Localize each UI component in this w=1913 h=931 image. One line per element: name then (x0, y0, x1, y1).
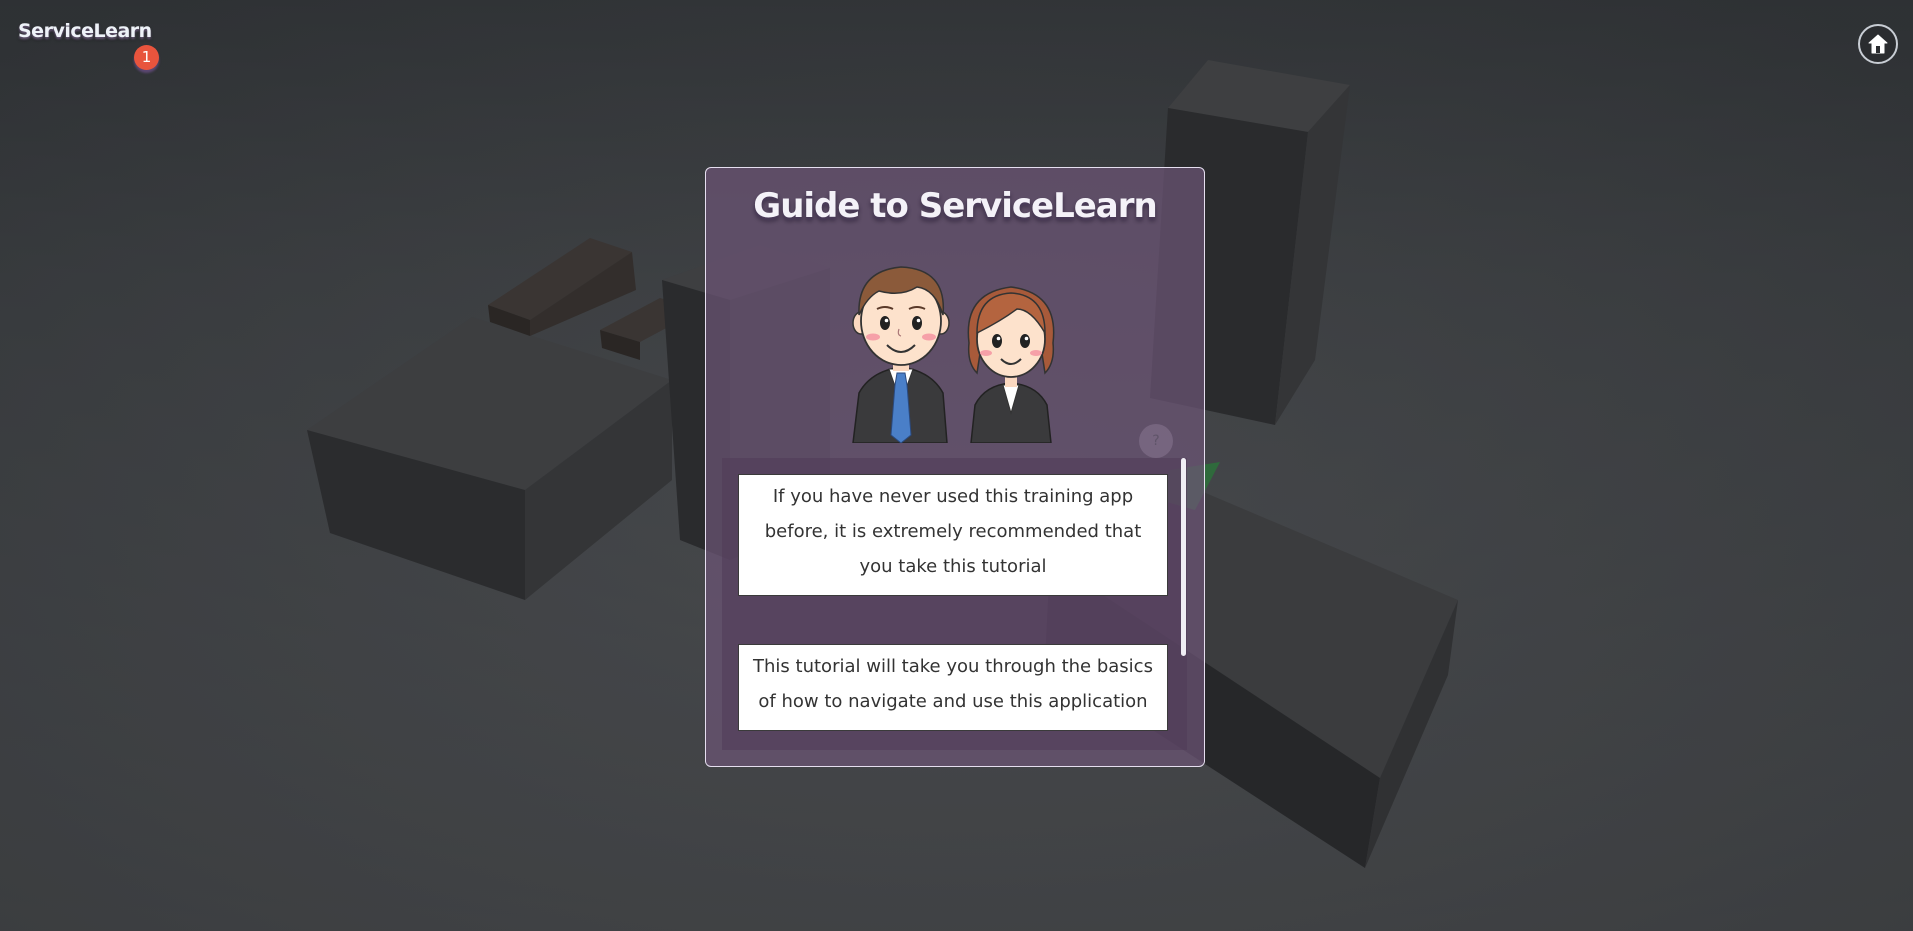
home-icon (1868, 34, 1888, 54)
man-mascot (852, 266, 950, 443)
modal-title: Guide to ServiceLearn (753, 186, 1157, 226)
home-button[interactable] (1858, 24, 1898, 64)
app-logo-text: ServiceLearn (18, 20, 152, 42)
intro-card-recommend: If you have never used this training app… (738, 474, 1168, 596)
help-icon[interactable]: ? (1139, 424, 1173, 458)
woman-mascot (967, 286, 1055, 443)
notification-badge[interactable]: 1 (134, 45, 159, 70)
tutorial-scroll-area[interactable]: If you have never used this training app… (722, 458, 1187, 750)
guide-modal: Guide to ServiceLearn ? If you have neve… (705, 167, 1205, 767)
intro-card-basics: This tutorial will take you through the … (738, 644, 1168, 731)
scrollbar-thumb[interactable] (1181, 458, 1186, 656)
mascots-illustration (852, 266, 1055, 443)
